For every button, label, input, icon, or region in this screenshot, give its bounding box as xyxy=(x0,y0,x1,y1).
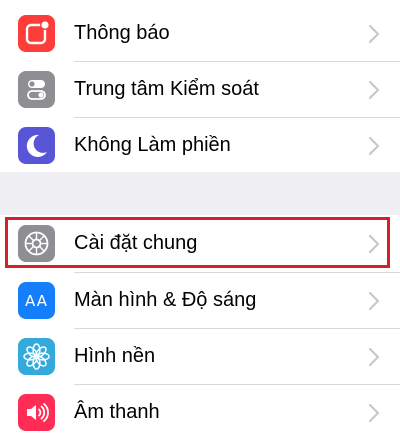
row-control-center[interactable]: Trung tâm Kiểm soát xyxy=(0,61,400,117)
row-wallpaper[interactable]: Hình nền xyxy=(0,328,400,384)
chevron-right-icon xyxy=(368,136,380,156)
moon-icon xyxy=(18,127,55,164)
row-general[interactable]: Cài đặt chung xyxy=(0,215,400,271)
chevron-right-icon xyxy=(368,24,380,44)
control-center-icon xyxy=(18,71,55,108)
row-notifications[interactable]: Thông báo xyxy=(0,5,400,61)
wallpaper-flower-icon xyxy=(18,338,55,375)
chevron-right-icon xyxy=(368,403,380,423)
chevron-right-icon xyxy=(368,234,380,254)
row-label: Âm thanh xyxy=(74,401,160,423)
row-label: Màn hình & Độ sáng xyxy=(74,289,257,311)
speaker-icon xyxy=(18,394,55,431)
chevron-right-icon xyxy=(368,80,380,100)
row-label: Hình nền xyxy=(74,345,156,367)
gear-icon xyxy=(18,225,55,262)
display-brightness-icon: AA xyxy=(18,282,55,319)
row-label: Cài đặt chung xyxy=(74,232,198,254)
row-sounds[interactable]: Âm thanh xyxy=(0,384,400,440)
icon-text: AA xyxy=(25,291,48,310)
settings-group-1: Thông báo Trung tâm Kiểm soát Không Làm … xyxy=(0,0,400,172)
row-display-brightness[interactable]: AA Màn hình & Độ sáng xyxy=(0,272,400,328)
chevron-right-icon xyxy=(368,347,380,367)
row-label: Trung tâm Kiểm soát xyxy=(74,78,259,100)
settings-group-2: Cài đặt chung AA Màn hình & Độ sáng Hình… xyxy=(0,215,400,442)
row-do-not-disturb[interactable]: Không Làm phiền xyxy=(0,117,400,173)
chevron-right-icon xyxy=(368,291,380,311)
row-label: Thông báo xyxy=(74,22,170,44)
notifications-icon xyxy=(18,15,55,52)
row-label: Không Làm phiền xyxy=(74,134,231,156)
